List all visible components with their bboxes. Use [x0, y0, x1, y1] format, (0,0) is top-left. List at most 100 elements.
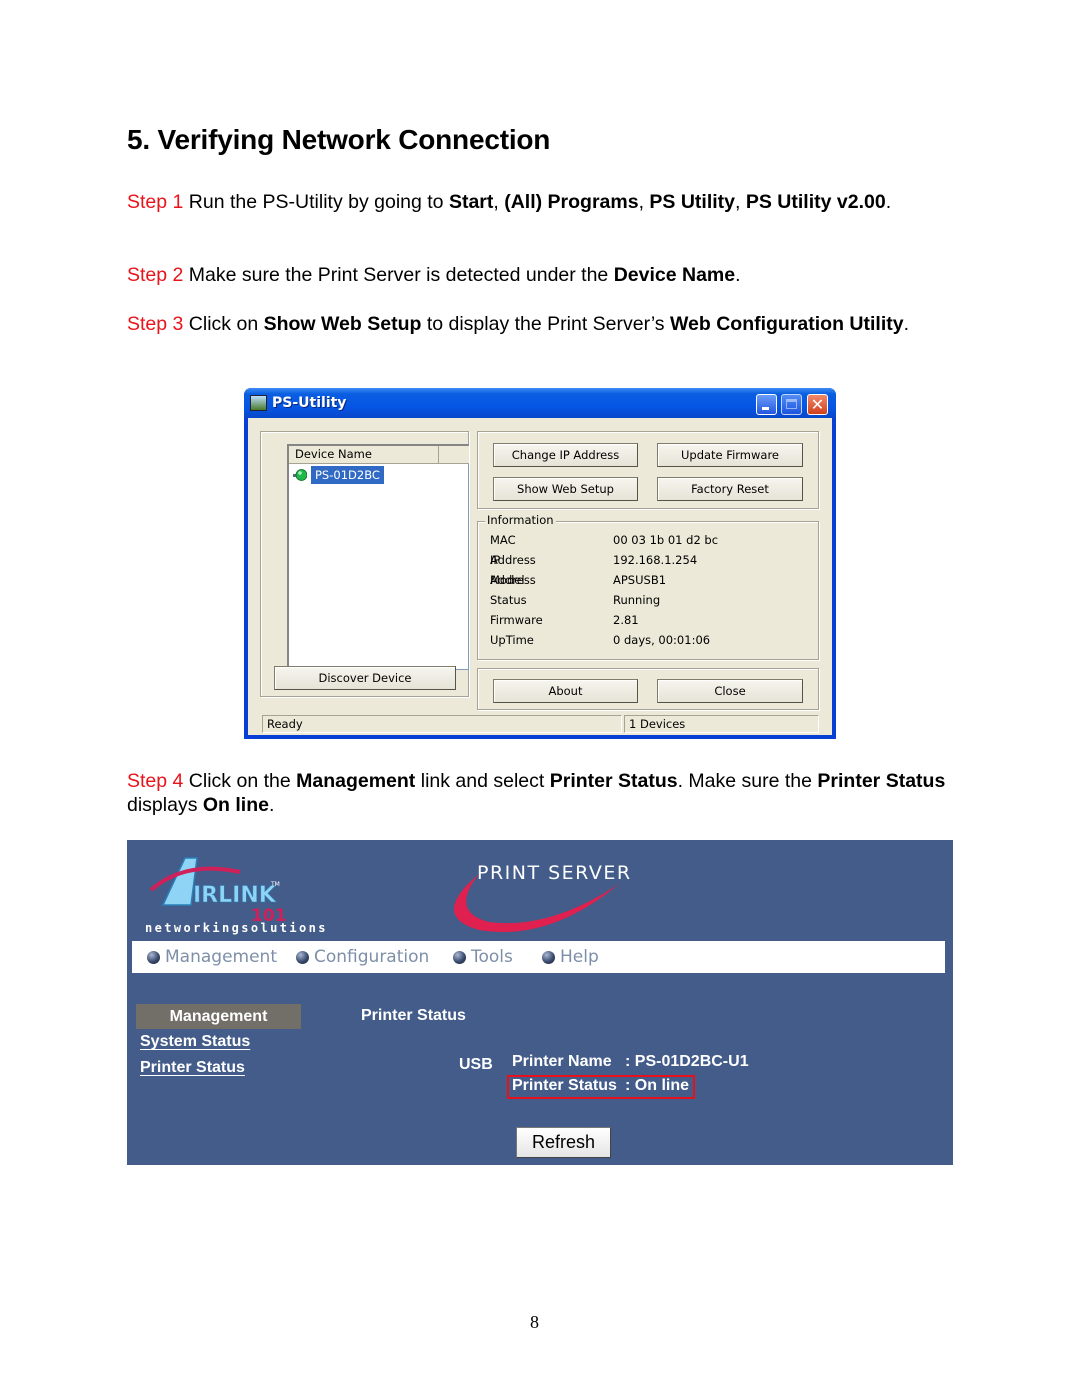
step-text: , [735, 191, 746, 213]
step-emphasis: Printer Status [549, 770, 678, 792]
device-panel: Device Name PS-01D2BC Discover Device [260, 431, 469, 697]
step-text: , [493, 191, 505, 213]
printer-server-green-icon [293, 469, 307, 481]
close-window-button[interactable]: ✕ [807, 394, 828, 415]
step-3-paragraph: Step 3 Click on Show Web Setup to displa… [127, 312, 957, 336]
bullet-icon [296, 951, 309, 964]
bottom-actions-panel: About Close [477, 668, 819, 710]
info-value: 0 days, 00:01:06 [613, 633, 711, 647]
brand-tagline: networkingsolutions [145, 921, 328, 935]
step-text: Click on the [183, 770, 297, 792]
step-label: Step 1 [127, 191, 184, 213]
factory-reset-button[interactable]: Factory Reset [657, 477, 803, 501]
step-emphasis: Show Web Setup [263, 313, 422, 335]
column-header-empty [439, 446, 469, 464]
sidebar-link-printer-status[interactable]: Printer Status [140, 1059, 245, 1077]
step-text: . [903, 313, 910, 335]
nav-label: Tools [471, 947, 513, 967]
information-panel: Information MAC Address 00 03 1b 01 d2 b… [477, 513, 819, 660]
svg-text:TM: TM [270, 881, 280, 888]
step-text: Click on [183, 313, 264, 335]
bullet-icon [453, 951, 466, 964]
port-label: USB [459, 1056, 493, 1073]
step-text: displays [127, 794, 203, 816]
content-heading: Printer Status [361, 1007, 466, 1024]
printer-name-label: Printer Name [512, 1053, 612, 1070]
window-body: Device Name PS-01D2BC Discover Device Ch… [248, 418, 832, 735]
close-button[interactable]: Close [657, 679, 803, 703]
info-label: UpTime [490, 633, 534, 647]
step-text: . [735, 264, 741, 286]
column-header-device-name[interactable]: Device Name [289, 446, 439, 464]
info-value: 192.168.1.254 [613, 553, 698, 567]
step-label: Step 4 [127, 770, 184, 792]
sidebar-link-system-status[interactable]: System Status [140, 1033, 250, 1051]
step-emphasis: PS Utility v2.00 [745, 191, 886, 213]
print-server-web-ui: IRLINK TM 101 networkingsolutions PRINT … [127, 840, 953, 1165]
step-text: Make sure the Print Server is detected u… [183, 264, 614, 286]
status-bar-right: 1 Devices [624, 715, 819, 733]
window-title: PS-Utility [272, 395, 347, 411]
show-web-setup-button[interactable]: Show Web Setup [493, 477, 638, 501]
step-text: Run the PS-Utility by going to [183, 191, 449, 213]
ps-utility-window: PS-Utility ✕ Device Name PS-01D2BC Disco… [244, 388, 836, 739]
information-legend: Information [485, 513, 556, 527]
step-emphasis: Device Name [613, 264, 736, 286]
info-value: Running [613, 593, 661, 607]
step-text: . Make sure the [677, 770, 818, 792]
info-label: Firmware [490, 613, 543, 627]
change-ip-address-button[interactable]: Change IP Address [493, 443, 638, 467]
info-label: Status [490, 593, 527, 607]
product-title: PRINT SERVER [477, 862, 632, 884]
nav-tools[interactable]: Tools [453, 947, 513, 967]
nav-label: Management [165, 947, 277, 967]
step-emphasis: Printer Status [817, 770, 946, 792]
info-label: Model [490, 573, 525, 587]
device-list[interactable]: Device Name PS-01D2BC [287, 444, 469, 670]
close-icon: ✕ [810, 395, 825, 414]
step-text: link and select [415, 770, 550, 792]
step-text: . [268, 794, 275, 816]
bullet-icon [147, 951, 160, 964]
step-text: . [885, 191, 892, 213]
highlight-box [507, 1075, 695, 1099]
step-text: , [638, 191, 650, 213]
step-emphasis: Management [296, 770, 416, 792]
printer-name-value: : PS-01D2BC-U1 [625, 1053, 749, 1070]
top-nav: Management Configuration Tools Help [132, 941, 945, 973]
nav-management[interactable]: Management [147, 947, 277, 967]
nav-label: Help [560, 947, 599, 967]
step-emphasis: Web Configuration Utility [669, 313, 904, 335]
section-title: 5. Verifying Network Connection [127, 124, 551, 155]
step-emphasis: On line [202, 794, 269, 816]
step-emphasis: PS Utility [649, 191, 736, 213]
info-value: 2.81 [613, 613, 639, 627]
step-label: Step 3 [127, 313, 184, 335]
nav-configuration[interactable]: Configuration [296, 947, 429, 967]
update-firmware-button[interactable]: Update Firmware [657, 443, 803, 467]
step-2-paragraph: Step 2 Make sure the Print Server is det… [127, 263, 957, 287]
step-emphasis: Start [448, 191, 494, 213]
svg-text:IRLINK: IRLINK [193, 883, 277, 908]
info-value: APSUSB1 [613, 573, 667, 587]
about-button[interactable]: About [493, 679, 638, 703]
discover-device-button[interactable]: Discover Device [274, 666, 456, 690]
refresh-button[interactable]: Refresh [516, 1127, 611, 1158]
minimize-button[interactable] [756, 394, 777, 415]
window-titlebar[interactable]: PS-Utility ✕ [244, 388, 836, 418]
maximize-button[interactable] [781, 394, 802, 415]
nav-help[interactable]: Help [542, 947, 599, 967]
step-text: to display the Print Server’s [421, 313, 670, 335]
page-number: 8 [530, 1312, 539, 1332]
step-4-paragraph: Step 4 Click on the Management link and … [127, 769, 967, 817]
sidebar-header: Management [136, 1004, 301, 1029]
step-1-paragraph: Step 1 Run the PS-Utility by going to St… [127, 190, 957, 214]
step-label: Step 2 [127, 264, 184, 286]
status-bar-left: Ready [262, 715, 622, 733]
app-icon [250, 395, 267, 411]
bullet-icon [542, 951, 555, 964]
info-value: 00 03 1b 01 d2 bc [613, 533, 719, 547]
device-list-item[interactable]: PS-01D2BC [311, 466, 384, 484]
nav-label: Configuration [314, 947, 430, 967]
actions-panel: Change IP Address Update Firmware Show W… [477, 431, 819, 509]
